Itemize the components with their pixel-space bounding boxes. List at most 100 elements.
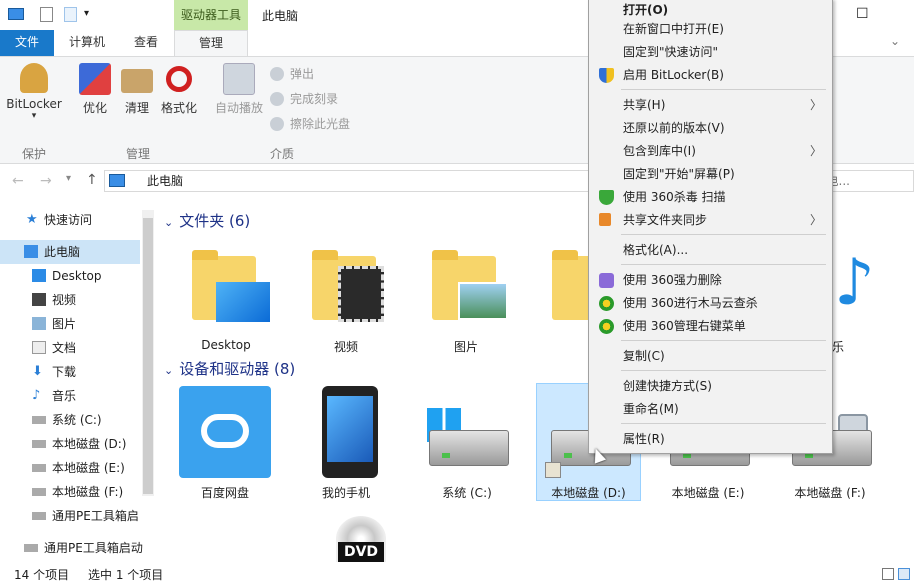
nav-label: 文档 bbox=[52, 341, 77, 355]
recent-chevron-icon[interactable]: ▾ bbox=[66, 173, 71, 184]
device-baidu-netdisk[interactable]: 百度网盘 bbox=[175, 384, 275, 501]
nav-label: 系统 (C:) bbox=[52, 413, 102, 427]
nav-label: 下载 bbox=[52, 365, 77, 379]
device-label: 本地磁盘 (D:) bbox=[551, 486, 626, 500]
star-icon: ★ bbox=[26, 212, 38, 227]
nav-label: 本地磁盘 (D:) bbox=[52, 437, 127, 451]
folder-videos[interactable]: 视频 bbox=[296, 238, 396, 355]
ribbon-collapse-icon[interactable]: ⌄ bbox=[890, 34, 900, 48]
device-my-phone[interactable]: 我的手机 bbox=[296, 384, 396, 501]
nav-item-drive-c[interactable]: 系统 (C:) bbox=[0, 408, 140, 432]
360-delete-icon bbox=[599, 273, 614, 288]
autoplay-button[interactable]: 自动播放 bbox=[212, 63, 266, 116]
menu-item-open-new-window[interactable]: 在新窗口中打开(E) bbox=[589, 18, 832, 40]
window-title: 此电脑 bbox=[262, 9, 299, 23]
menu-item-enable-bitlocker[interactable]: 启用 BitLocker(B) bbox=[589, 64, 832, 86]
folder-label: 视频 bbox=[333, 340, 358, 354]
chevron-down-icon: ⌄ bbox=[164, 216, 174, 229]
folder-pictures[interactable]: 图片 bbox=[416, 238, 516, 355]
large-icons-view-icon[interactable] bbox=[898, 568, 910, 580]
menu-item-pin-quick-access[interactable]: 固定到"快速访问" bbox=[589, 41, 832, 63]
menu-separator bbox=[621, 264, 826, 265]
context-menu: 打开(O) 在新窗口中打开(E) 固定到"快速访问" 启用 BitLocker(… bbox=[588, 0, 833, 454]
bitlocker-key-icon bbox=[20, 63, 48, 93]
menu-item-360-force-delete[interactable]: 使用 360强力删除 bbox=[589, 269, 832, 291]
menu-item-restore-versions[interactable]: 还原以前的版本(V) bbox=[589, 117, 832, 139]
tab-computer[interactable]: 计算机 bbox=[56, 30, 118, 56]
device-drive-c[interactable]: 系统 (C:) bbox=[417, 384, 517, 501]
film-icon bbox=[338, 266, 384, 322]
nav-item-drive-d[interactable]: 本地磁盘 (D:) bbox=[0, 432, 140, 456]
up-arrow-icon[interactable]: ↑ bbox=[86, 172, 98, 188]
tab-manage[interactable]: 管理 bbox=[174, 30, 248, 57]
checklist-icon[interactable] bbox=[40, 7, 53, 22]
cleanup-button[interactable]: 清理 bbox=[118, 63, 156, 116]
dropdown-icon[interactable]: ▾ bbox=[84, 8, 89, 19]
devices-section-header[interactable]: ⌄ 设备和驱动器 (8) bbox=[164, 358, 295, 379]
chevron-right-icon: 〉 bbox=[809, 213, 822, 227]
nav-label: 图片 bbox=[52, 317, 77, 331]
optimize-button[interactable]: 优化 bbox=[76, 63, 114, 116]
autoplay-icon bbox=[223, 63, 255, 95]
nav-scrollbar-thumb[interactable] bbox=[143, 218, 153, 494]
nav-item-videos[interactable]: 视频 bbox=[0, 288, 140, 312]
folder-label: Desktop bbox=[201, 338, 251, 352]
nav-item-pictures[interactable]: 图片 bbox=[0, 312, 140, 336]
eject-button[interactable]: 弹出 bbox=[270, 63, 314, 85]
menu-item-properties[interactable]: 属性(R) bbox=[589, 428, 832, 450]
nav-item-documents[interactable]: 文档 bbox=[0, 336, 140, 360]
tab-view[interactable]: 查看 bbox=[118, 30, 174, 56]
nav-item-pe-toolbox-2[interactable]: 通用PE工具箱启动 bbox=[0, 536, 150, 560]
details-view-icon[interactable] bbox=[882, 568, 894, 580]
disc-icon bbox=[270, 92, 284, 106]
address-input[interactable]: 此电脑 bbox=[104, 170, 604, 192]
format-button[interactable]: 格式化 bbox=[158, 63, 200, 116]
menu-item-include-library[interactable]: 包含到库中(I) 〉 bbox=[589, 140, 832, 162]
optimize-icon bbox=[79, 63, 111, 95]
device-label: 我的手机 bbox=[321, 486, 370, 500]
shield-icon bbox=[599, 68, 614, 83]
back-arrow-icon[interactable]: ← bbox=[12, 173, 24, 189]
music-note-icon: ♪ bbox=[834, 246, 875, 320]
nav-item-drive-e[interactable]: 本地磁盘 (E:) bbox=[0, 456, 140, 480]
nav-item-music[interactable]: ♪ 音乐 bbox=[0, 384, 140, 408]
nav-item-drive-f[interactable]: 本地磁盘 (F:) bbox=[0, 480, 140, 504]
menu-separator bbox=[621, 423, 826, 424]
menu-item-create-shortcut[interactable]: 创建快捷方式(S) bbox=[589, 375, 832, 397]
nav-item-this-pc[interactable]: 此电脑 bbox=[0, 240, 140, 264]
maximize-button[interactable]: ☐ bbox=[856, 6, 869, 22]
music-icon: ♪ bbox=[32, 388, 41, 403]
chevron-right-icon: 〉 bbox=[809, 144, 822, 158]
menu-item-share[interactable]: 共享(H) 〉 bbox=[589, 94, 832, 116]
erase-disc-button[interactable]: 擦除此光盘 bbox=[270, 113, 350, 135]
nav-item-desktop[interactable]: Desktop bbox=[0, 264, 140, 288]
finalize-burn-button[interactable]: 完成刻录 bbox=[270, 88, 338, 110]
blank-icon[interactable] bbox=[64, 7, 77, 22]
menu-item-rename[interactable]: 重命名(M) bbox=[589, 398, 832, 420]
menu-item-360-scan[interactable]: 使用 360杀毒 扫描 bbox=[589, 186, 832, 208]
menu-item-360-menu-manager[interactable]: 使用 360管理右键菜单 bbox=[589, 315, 832, 337]
folder-desktop[interactable]: Desktop bbox=[176, 238, 276, 352]
dvd-drive-icon[interactable]: DVD bbox=[336, 516, 386, 562]
menu-item-copy[interactable]: 复制(C) bbox=[589, 345, 832, 367]
format-icon bbox=[166, 66, 192, 92]
nav-item-pe-toolbox[interactable]: 通用PE工具箱启 bbox=[0, 504, 140, 528]
tab-file[interactable]: 文件 bbox=[0, 30, 54, 56]
group-manage-label: 管理 bbox=[126, 147, 151, 161]
navigation-pane: ★ 快速访问 此电脑 Desktop 视频 图片 文档 ⬇ 下载 ♪ 音乐 系统 (C… bbox=[0, 204, 154, 564]
erase-label: 擦除此光盘 bbox=[290, 117, 351, 131]
360-menu-icon bbox=[599, 319, 614, 334]
menu-item-format[interactable]: 格式化(A)... bbox=[589, 239, 832, 261]
nav-label: 视频 bbox=[52, 293, 77, 307]
menu-separator bbox=[621, 89, 826, 90]
bitlocker-button[interactable]: BitLocker ▾ bbox=[4, 63, 64, 121]
drive-icon bbox=[32, 464, 46, 472]
folders-section-header[interactable]: ⌄ 文件夹 (6) bbox=[164, 210, 250, 231]
menu-item-pin-start[interactable]: 固定到"开始"屏幕(P) bbox=[589, 163, 832, 185]
shared-user-icon bbox=[544, 462, 561, 478]
nav-item-downloads[interactable]: ⬇ 下载 bbox=[0, 360, 140, 384]
menu-item-folder-sync[interactable]: 共享文件夹同步〉 bbox=[589, 209, 832, 231]
menu-item-360-trojan-scan[interactable]: 使用 360进行木马云查杀 bbox=[589, 292, 832, 314]
forward-arrow-icon[interactable]: → bbox=[40, 173, 52, 189]
nav-item-quick-access[interactable]: ★ 快速访问 bbox=[0, 208, 140, 232]
